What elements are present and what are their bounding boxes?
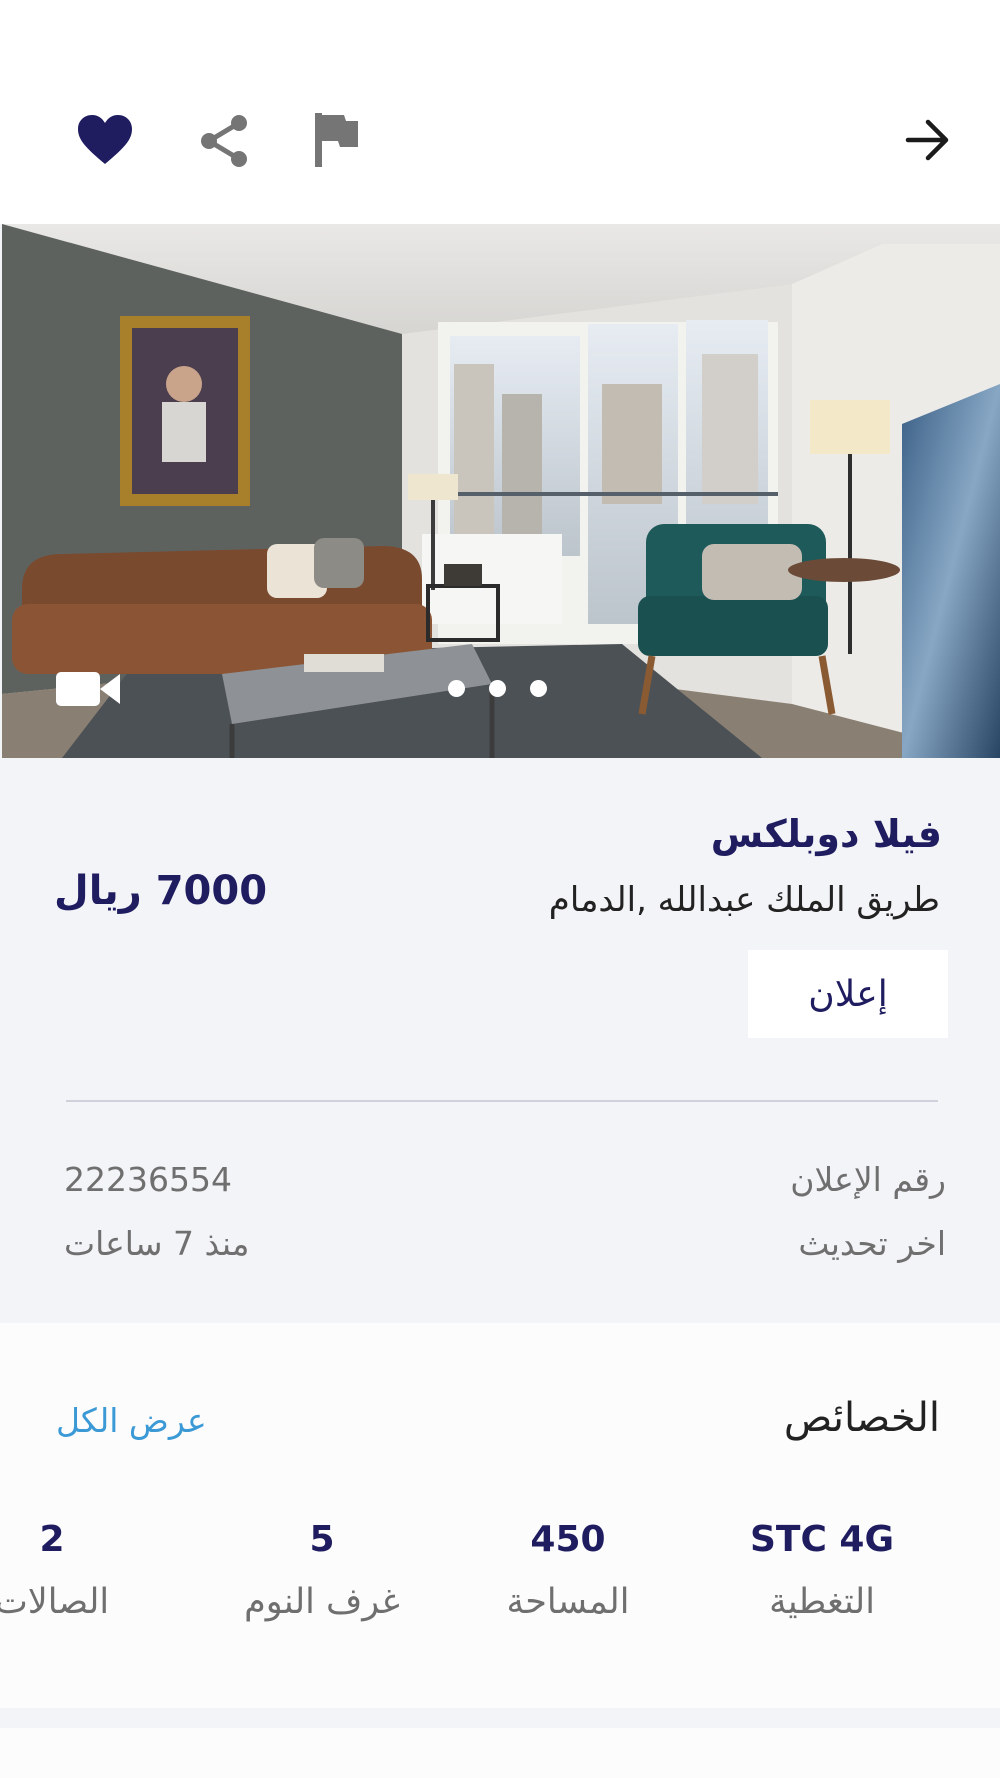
feature-label: غرف النوم xyxy=(244,1582,400,1622)
listing-info: فيلا دوبلكس طريق الملك عبدالله ,الدمام 7… xyxy=(0,758,1000,1323)
features-section: الخصائص عرض الكل STC 4G التغطية 450 المس… xyxy=(0,1323,1000,1708)
pagination-dot[interactable] xyxy=(448,680,465,697)
listing-price: 7000 ريال xyxy=(54,868,268,914)
feature-label: الصالات xyxy=(0,1582,110,1622)
favorite-button[interactable] xyxy=(72,108,138,172)
share-button[interactable] xyxy=(193,110,255,172)
feature-value: 2 xyxy=(39,1519,65,1560)
share-icon xyxy=(201,115,247,167)
feature-item-halls: 2 الصالات xyxy=(0,1519,162,1622)
flag-icon xyxy=(315,113,358,167)
gallery-pagination xyxy=(448,680,547,697)
pagination-dot[interactable] xyxy=(530,680,547,697)
listing-address: طريق الملك عبدالله ,الدمام xyxy=(548,880,940,920)
last-update-label: اخر تحديث xyxy=(798,1224,946,1263)
feature-item-area: 450 المساحة xyxy=(458,1519,678,1622)
living-room-photo xyxy=(2,224,1000,758)
feature-label: المساحة xyxy=(506,1582,630,1622)
ad-number-label: رقم الإعلان xyxy=(790,1160,946,1199)
listing-photo-gallery[interactable] xyxy=(2,224,1000,758)
feature-value: STC 4G xyxy=(749,1519,895,1560)
feature-item-bedrooms: 5 غرف النوم xyxy=(212,1519,432,1622)
video-button[interactable] xyxy=(54,666,122,712)
top-bar xyxy=(0,0,1000,224)
ad-number-value: 22236554 xyxy=(64,1160,232,1199)
last-update-value: منذ 7 ساعات xyxy=(64,1224,250,1263)
next-section-edge xyxy=(0,1728,1000,1778)
listing-title: فيلا دوبلكس xyxy=(710,812,942,856)
feature-value: 5 xyxy=(309,1519,335,1560)
divider xyxy=(66,1100,938,1102)
feature-value: 450 xyxy=(530,1519,606,1560)
arrow-right-icon xyxy=(905,119,949,161)
feature-item-coverage: STC 4G التغطية xyxy=(712,1519,932,1622)
heart-icon xyxy=(78,115,132,164)
pagination-dot[interactable] xyxy=(489,680,506,697)
features-title: الخصائص xyxy=(783,1395,940,1441)
listing-type-badge: إعلان xyxy=(748,950,948,1038)
report-button[interactable] xyxy=(306,108,366,172)
view-all-link[interactable]: عرض الكل xyxy=(56,1401,207,1440)
video-camera-icon xyxy=(56,672,120,706)
back-button[interactable] xyxy=(896,110,960,170)
feature-label: التغطية xyxy=(769,1582,875,1622)
